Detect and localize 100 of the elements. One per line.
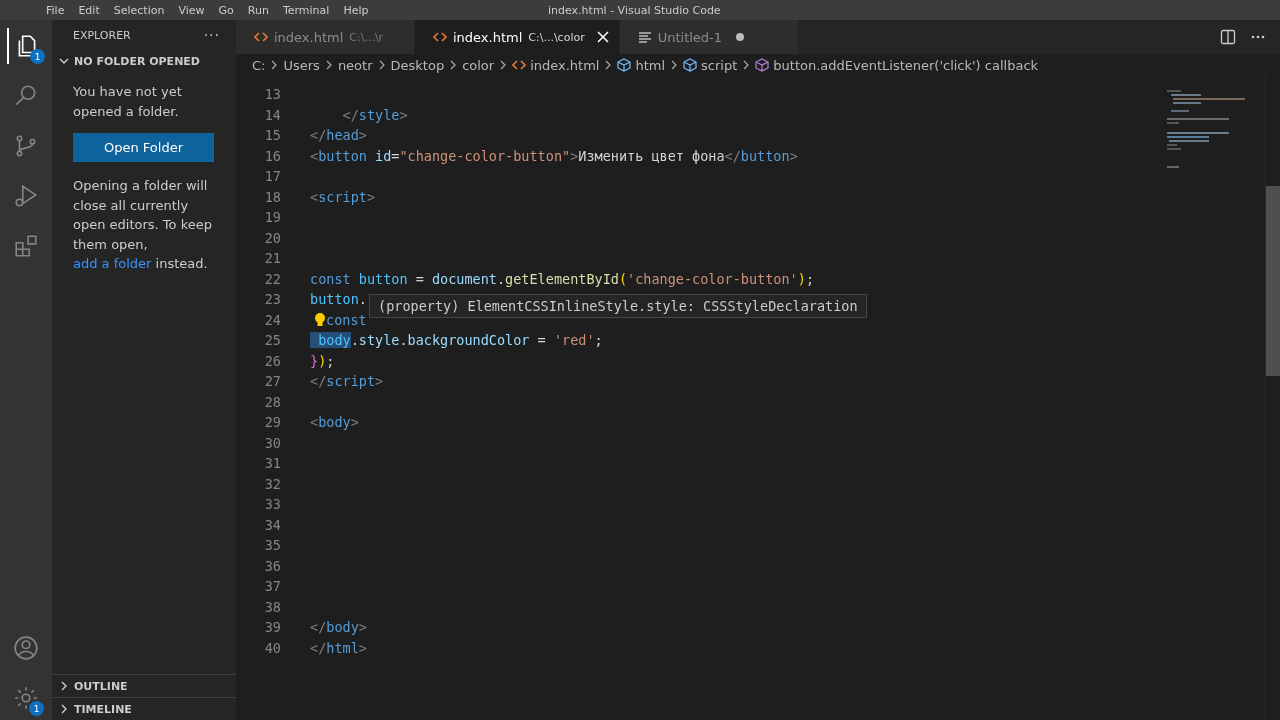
- breadcrumb-item[interactable]: html: [635, 57, 666, 73]
- code-token: 'red': [553, 332, 595, 349]
- line-number: 37: [263, 578, 281, 595]
- window-title: index.html - Visual Studio Code: [548, 3, 721, 17]
- breadcrumb-item[interactable]: button.addEventListener('click') callback: [773, 57, 1039, 73]
- code-token: style: [358, 332, 400, 349]
- blocks-icon: [13, 233, 39, 259]
- selected-text: body: [310, 332, 351, 349]
- activity-button[interactable]: 1: [8, 680, 44, 716]
- unsaved-dot-icon: [734, 31, 747, 43]
- breadcrumb-item[interactable]: neotr: [337, 57, 373, 73]
- breadcrumb-item[interactable]: C:: [252, 57, 266, 73]
- line-number: 19: [263, 209, 281, 226]
- code-token: document: [431, 270, 497, 287]
- code-token: button: [310, 291, 359, 308]
- close-icon[interactable]: [596, 31, 609, 43]
- hover-tooltip: (property) ElementCSSInlineStyle.style: CSSStyleDeclaration: [369, 294, 867, 318]
- menu-item[interactable]: View: [178, 3, 205, 17]
- code-token: getElementById: [505, 270, 619, 287]
- play-bug-icon: [13, 183, 39, 209]
- code-token: </: [341, 106, 359, 123]
- add-folder-link[interactable]: add a folder: [73, 256, 152, 271]
- breadcrumb-item[interactable]: Users: [283, 57, 320, 73]
- menu-item[interactable]: Run: [247, 3, 269, 17]
- cube-icon: [755, 58, 770, 72]
- code-token: const: [310, 270, 351, 287]
- menu-item[interactable]: Selection: [113, 3, 165, 17]
- line-number: 18: [263, 188, 281, 205]
- breadcrumb-item[interactable]: Desktop: [390, 57, 445, 73]
- line-number: 15: [263, 127, 281, 144]
- line-number: 38: [263, 598, 281, 615]
- code-token: script: [326, 373, 376, 390]
- code-token: >: [358, 639, 367, 656]
- code-token: </: [310, 127, 327, 144]
- code-token: .: [496, 270, 506, 287]
- code-token: button: [357, 270, 408, 287]
- lightbulb-icon[interactable]: [314, 311, 326, 328]
- line-number: 24: [263, 311, 281, 328]
- menu-item[interactable]: Help: [343, 3, 369, 17]
- code-token: const: [326, 311, 367, 328]
- count-badge: 1: [30, 49, 45, 64]
- code-icon: [512, 59, 527, 71]
- split-editor-icon[interactable]: [1220, 29, 1236, 45]
- code-token: button: [318, 147, 367, 164]
- breadcrumb-item[interactable]: script: [701, 57, 738, 73]
- breadcrumb-item[interactable]: color: [462, 57, 495, 73]
- line-number: 40: [263, 639, 281, 656]
- panel-header[interactable]: TIMELINE: [52, 697, 236, 720]
- code-token: >: [358, 619, 367, 636]
- code-token: >: [366, 188, 376, 205]
- line-number: 27: [263, 373, 281, 390]
- line-number: 36: [263, 557, 281, 574]
- menu-item[interactable]: Terminal: [282, 3, 330, 17]
- menu-item[interactable]: Edit: [78, 3, 100, 17]
- menu-item[interactable]: Go: [218, 3, 234, 17]
- code-token: (: [618, 270, 628, 287]
- editor-tab[interactable]: index.html C:\...\color: [415, 20, 620, 54]
- line-number: 17: [263, 168, 281, 185]
- line-number: 23: [263, 291, 281, 308]
- lines-icon: [637, 31, 652, 43]
- code-token: "change-color-button": [399, 147, 571, 164]
- open-folder-button[interactable]: Open Folder: [73, 133, 214, 162]
- info-text: Opening a folder will close all currently open editors. To keep them open, add a folder instead.: [73, 177, 213, 273]
- code-token: backgroundColor: [407, 332, 530, 349]
- section-header[interactable]: NO FOLDER OPENED: [52, 50, 236, 72]
- more-button[interactable]: ···: [203, 27, 220, 43]
- code-token: 'change-color-button': [627, 270, 798, 287]
- editor-tab[interactable]: Untitled-1: [619, 20, 799, 54]
- code-token: Изменить цвет фона: [578, 147, 725, 164]
- scrollbar[interactable]: [1265, 76, 1280, 720]
- code-token: =: [536, 332, 547, 349]
- panel-header[interactable]: OUTLINE: [52, 674, 236, 697]
- line-number: 32: [263, 475, 281, 492]
- code-token: }: [310, 352, 319, 369]
- cube-icon: [683, 58, 698, 72]
- code-token: ): [318, 352, 327, 369]
- line-number: 35: [263, 537, 281, 554]
- sidebar-title: EXPLORER: [73, 28, 131, 42]
- code-token: .: [358, 291, 367, 308]
- line-number: 21: [263, 250, 281, 267]
- code-token: style: [358, 106, 400, 123]
- activity-button[interactable]: 1: [7, 28, 45, 64]
- editor-tab[interactable]: index.html C:\...\r: [236, 20, 415, 54]
- code-token: head: [326, 127, 359, 144]
- scrollbar-thumb[interactable]: [1266, 186, 1280, 376]
- code-token: >: [399, 106, 408, 123]
- account-icon: [13, 635, 39, 661]
- menu-item[interactable]: File: [46, 3, 65, 17]
- code-token: <: [310, 188, 319, 205]
- code-token: =: [391, 147, 400, 164]
- code-token: <: [310, 147, 319, 164]
- code-token: ;: [594, 332, 603, 349]
- line-number: 26: [263, 352, 281, 369]
- code-token: button: [740, 147, 790, 164]
- code-token: ): [797, 270, 806, 287]
- breadcrumb-item[interactable]: index.html: [530, 57, 600, 73]
- code-token: html: [326, 639, 359, 656]
- line-number: 30: [263, 434, 281, 451]
- code-token: script: [318, 188, 367, 205]
- settings-icon: [13, 685, 39, 711]
